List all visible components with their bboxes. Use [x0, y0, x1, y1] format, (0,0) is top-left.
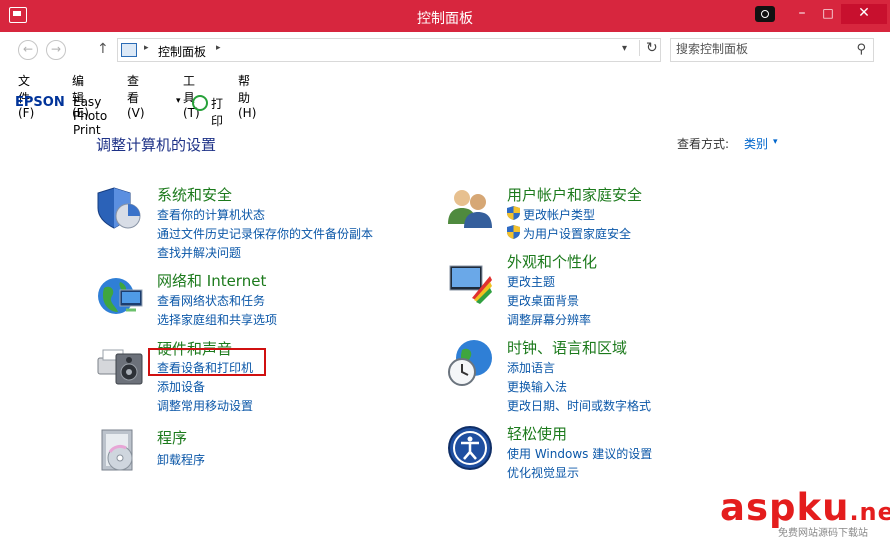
- category-title-clock-language-region[interactable]: 时钟、语言和区域: [507, 337, 627, 358]
- highlight-box: [148, 348, 266, 376]
- watermark-asp: asp: [720, 486, 797, 529]
- view-by-dropdown[interactable]: 类别: [744, 135, 768, 152]
- link-view-computer-status[interactable]: 查看你的计算机状态: [157, 206, 265, 223]
- easy-photo-print-button[interactable]: Easy Photo Print: [73, 95, 107, 137]
- search-box[interactable]: ⚲: [670, 38, 874, 62]
- breadcrumb-chevron-icon[interactable]: ▸: [216, 43, 221, 53]
- camera-icon[interactable]: [755, 6, 775, 22]
- search-icon[interactable]: ⚲: [856, 42, 866, 57]
- link-adjust-resolution[interactable]: 调整屏幕分辨率: [507, 311, 591, 328]
- link-add-language[interactable]: 添加语言: [507, 359, 555, 376]
- maximize-button[interactable]: □: [815, 4, 841, 24]
- print-button[interactable]: 打印: [211, 95, 223, 129]
- link-change-input-method[interactable]: 更换输入法: [507, 378, 567, 395]
- link-find-fix-problems[interactable]: 查找并解决问题: [157, 244, 241, 261]
- refresh-icon[interactable]: ↻: [639, 40, 658, 56]
- clock-language-region-icon[interactable]: [446, 338, 494, 386]
- ease-of-access-icon[interactable]: [446, 424, 494, 472]
- address-row: ← → ↑ ▸ 控制面板 ▸ ▾ ↻ ⚲: [0, 32, 890, 66]
- link-change-date-time-format[interactable]: 更改日期、时间或数字格式: [507, 397, 651, 414]
- minimize-button[interactable]: –: [789, 4, 815, 24]
- watermark-subtitle: 免费网站源码下载站: [778, 528, 868, 539]
- link-windows-recommended-settings[interactable]: 使用 Windows 建议的设置: [507, 445, 652, 462]
- link-change-theme[interactable]: 更改主题: [507, 273, 555, 290]
- view-by-chevron-icon[interactable]: ▾: [773, 137, 778, 147]
- link-add-device[interactable]: 添加设备: [157, 378, 205, 395]
- up-button[interactable]: ↑: [97, 41, 109, 57]
- watermark-logo: aspku.net: [720, 486, 890, 529]
- uac-shield-icon: [507, 225, 520, 239]
- category-title-programs[interactable]: 程序: [157, 427, 187, 448]
- category-title-system-security[interactable]: 系统和安全: [157, 184, 232, 205]
- title-bar: 控制面板 – □ ✕: [0, 0, 890, 32]
- category-title-appearance[interactable]: 外观和个性化: [507, 251, 597, 272]
- category-title-user-accounts[interactable]: 用户帐户和家庭安全: [507, 184, 642, 205]
- uac-shield-icon: [507, 206, 520, 220]
- link-homegroup-sharing[interactable]: 选择家庭组和共享选项: [157, 311, 277, 328]
- breadcrumb-separator-icon[interactable]: ▸: [144, 43, 149, 53]
- category-title-network-internet[interactable]: 网络和 Internet: [157, 270, 266, 291]
- print-icon[interactable]: [192, 95, 208, 111]
- user-accounts-icon[interactable]: [446, 184, 494, 232]
- watermark-ku: ku: [796, 486, 850, 529]
- link-family-safety[interactable]: 为用户设置家庭安全: [523, 225, 631, 242]
- link-optimize-visual-display[interactable]: 优化视觉显示: [507, 464, 579, 481]
- forward-button[interactable]: →: [46, 40, 66, 60]
- back-button[interactable]: ←: [18, 40, 38, 60]
- menu-help[interactable]: 帮助(H): [238, 72, 256, 120]
- control-panel-icon: [121, 43, 137, 57]
- category-title-ease-of-access[interactable]: 轻松使用: [507, 423, 567, 444]
- link-mobility-settings[interactable]: 调整常用移动设置: [157, 397, 253, 414]
- breadcrumb-control-panel[interactable]: 控制面板: [158, 43, 206, 60]
- link-file-history-backup[interactable]: 通过文件历史记录保存你的文件备份副本: [157, 225, 373, 242]
- system-security-shield-icon[interactable]: [96, 184, 144, 232]
- hardware-printer-speaker-icon[interactable]: [96, 340, 144, 388]
- link-view-network-status[interactable]: 查看网络状态和任务: [157, 292, 265, 309]
- menu-view[interactable]: 查看(V): [127, 72, 145, 120]
- page-title: 调整计算机的设置: [96, 136, 217, 154]
- link-change-account-type[interactable]: 更改帐户类型: [523, 206, 595, 223]
- address-bar[interactable]: ▸ 控制面板 ▸ ▾ ↻: [117, 38, 661, 62]
- link-change-desktop-background[interactable]: 更改桌面背景: [507, 292, 579, 309]
- epson-logo: EPSON: [15, 95, 65, 110]
- search-input[interactable]: [676, 41, 846, 57]
- programs-icon[interactable]: [96, 426, 144, 474]
- watermark-dotnet: .net: [849, 498, 890, 526]
- easy-photo-print-dropdown-icon[interactable]: ▾: [176, 96, 181, 106]
- link-uninstall-program[interactable]: 卸载程序: [157, 451, 205, 468]
- view-by-label: 查看方式:: [677, 137, 730, 151]
- address-dropdown-icon[interactable]: ▾: [622, 43, 627, 54]
- appearance-personalization-icon[interactable]: [446, 258, 494, 306]
- close-button[interactable]: ✕: [841, 4, 887, 24]
- network-globe-icon[interactable]: [96, 272, 144, 320]
